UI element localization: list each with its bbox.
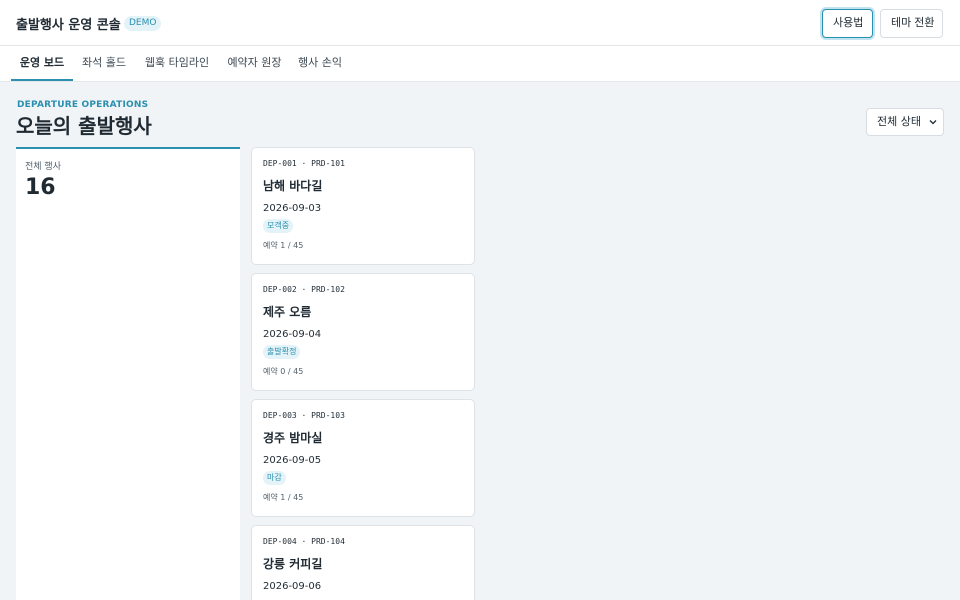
booking-count: 예약 0 / 45: [263, 367, 304, 376]
total-events-panel: 전체 행사 16: [16, 147, 240, 600]
departure-code: DEP-002 · PRD-102: [263, 285, 345, 294]
departure-name: 강릉 커피길: [263, 557, 323, 571]
departure-card[interactable]: DEP-003 · PRD-103 경주 밤마실 2026-09-05 마감 예…: [251, 399, 475, 517]
tab-seat-hold[interactable]: 좌석 홀드: [81, 46, 127, 81]
page-title: 오늘의 출발행사: [16, 114, 152, 138]
total-events-label: 전체 행사: [25, 162, 61, 172]
status-badge: 출발확정: [263, 345, 301, 359]
departure-date: 2026-09-06: [263, 581, 322, 592]
departure-code: DEP-003 · PRD-103: [263, 411, 345, 420]
departure-date: 2026-09-03: [263, 203, 322, 214]
departure-card[interactable]: DEP-002 · PRD-102 제주 오름 2026-09-04 출발확정 …: [251, 273, 475, 391]
demo-badge: DEMO: [124, 16, 162, 31]
booking-count: 예약 1 / 45: [263, 493, 304, 502]
tab-webhook-timeline[interactable]: 웹훅 타임라인: [143, 46, 211, 81]
section-eyebrow: DEPARTURE OPERATIONS: [17, 100, 149, 110]
departure-date: 2026-09-04: [263, 329, 322, 340]
app-title: 출발행사 운영 콘솔: [16, 18, 121, 33]
status-filter-value: 전체 상태: [877, 115, 921, 128]
departure-name: 경주 밤마실: [263, 431, 323, 445]
departure-name: 제주 오름: [263, 305, 312, 319]
chevron-down-icon: [929, 120, 937, 125]
departure-card[interactable]: DEP-001 · PRD-101 남해 바다길 2026-09-03 모객중 …: [251, 147, 475, 265]
total-events-value: 16: [25, 175, 56, 200]
tab-operations-board[interactable]: 운영 보드: [11, 46, 73, 81]
booking-count: 예약 1 / 45: [263, 241, 304, 250]
departure-date: 2026-09-05: [263, 455, 322, 466]
status-badge: 모객중: [263, 219, 294, 233]
help-button[interactable]: 사용법: [822, 9, 873, 38]
departure-code: DEP-004 · PRD-104: [263, 537, 345, 546]
theme-toggle-button[interactable]: 테마 전환: [880, 9, 943, 38]
departure-card[interactable]: DEP-004 · PRD-104 강릉 커피길 2026-09-06: [251, 525, 475, 600]
main-tabs: 운영 보드 좌석 홀드 웹훅 타임라인 예약자 원장 행사 손익: [0, 46, 960, 82]
departure-name: 남해 바다길: [263, 179, 323, 193]
tab-event-pnl[interactable]: 행사 손익: [297, 46, 343, 81]
status-badge: 마감: [263, 471, 286, 485]
status-filter-select[interactable]: 전체 상태: [866, 108, 944, 136]
departure-code: DEP-001 · PRD-101: [263, 159, 345, 168]
top-bar: 출발행사 운영 콘솔 DEMO 사용법 테마 전환: [0, 0, 960, 46]
tab-booking-ledger[interactable]: 예약자 원장: [226, 46, 283, 81]
